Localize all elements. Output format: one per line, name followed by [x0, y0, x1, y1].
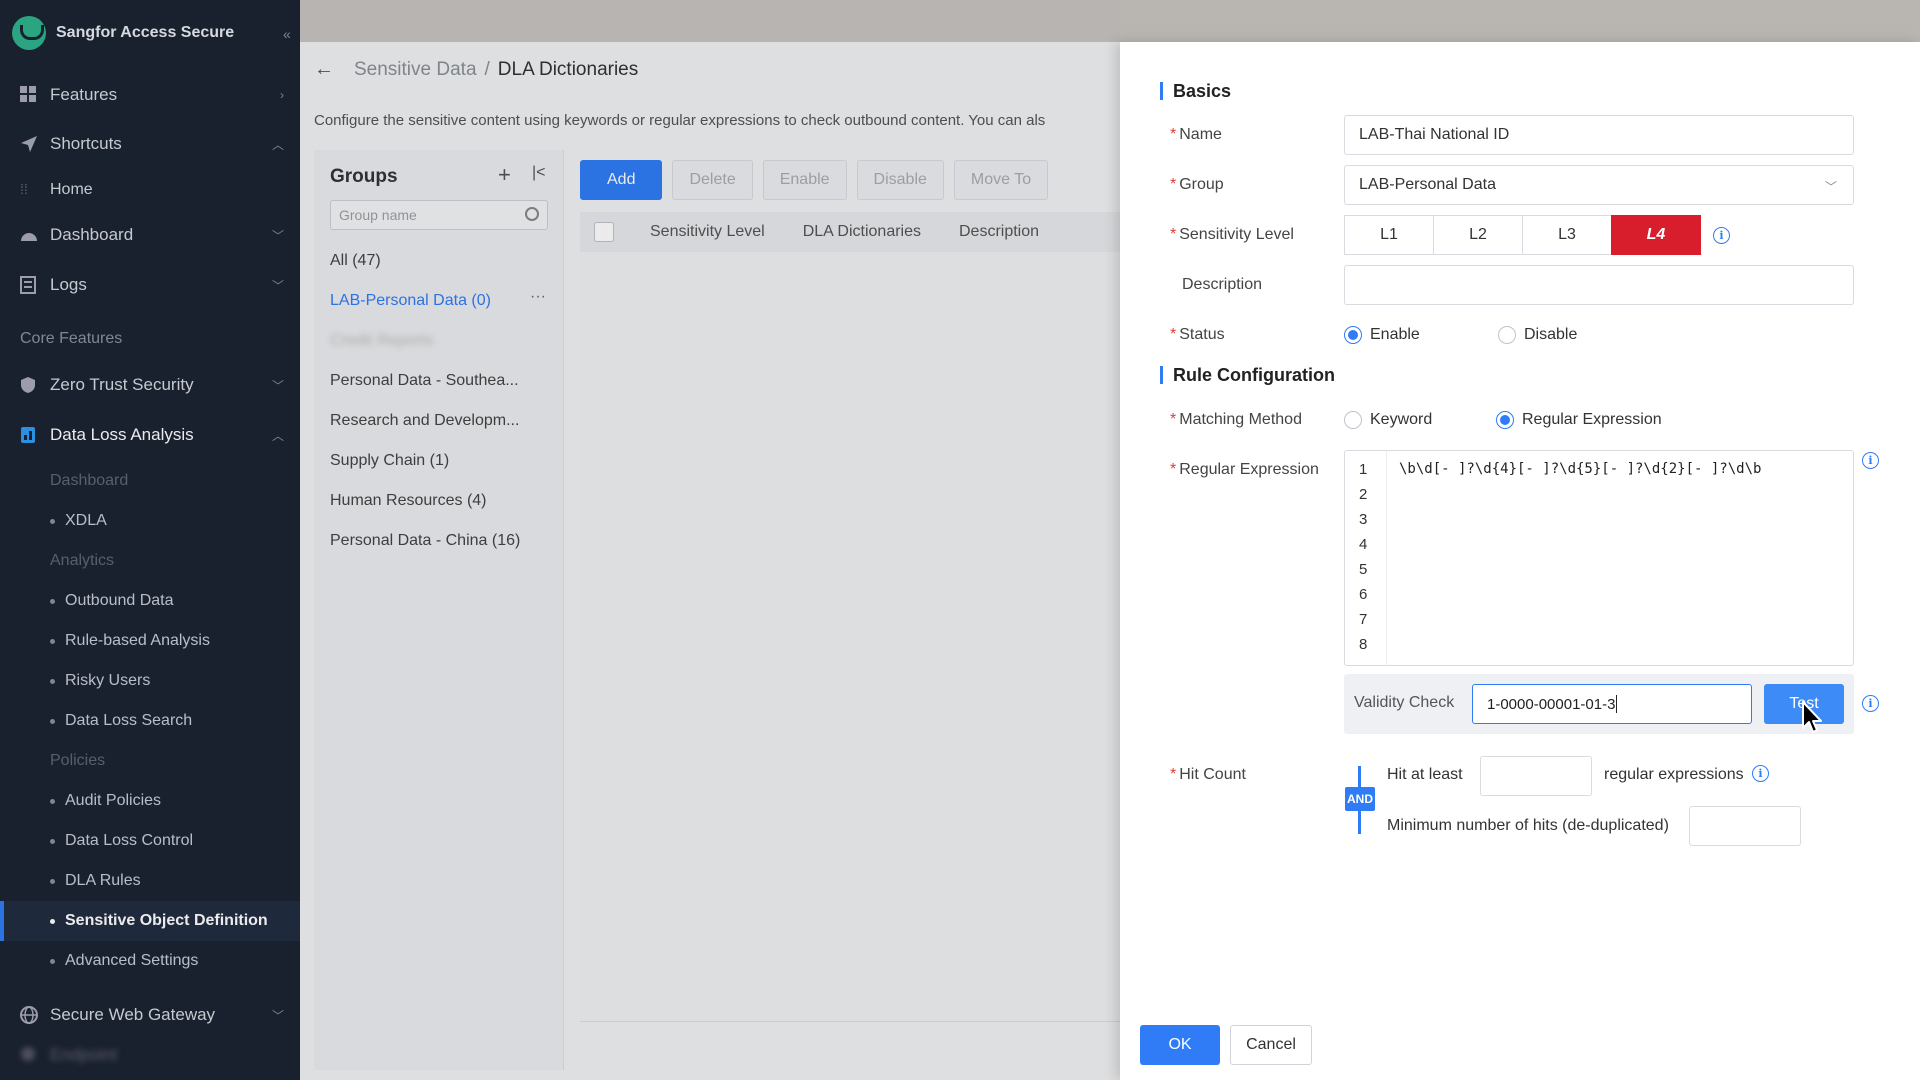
- info-icon[interactable]: i: [1862, 695, 1879, 712]
- group-select[interactable]: LAB-Personal Data ﹀: [1344, 165, 1854, 205]
- line-number-gutter: 1 2 3 4 5 6 7 8: [1345, 451, 1387, 665]
- name-label: * Name: [1170, 126, 1222, 144]
- required-marker: *: [1170, 461, 1177, 478]
- ok-button[interactable]: OK: [1140, 1025, 1220, 1065]
- hit-count-label: * Hit Count: [1170, 766, 1246, 784]
- matching-regex-label: Regular Expression: [1522, 411, 1662, 428]
- validity-check-input[interactable]: 1-0000-00001-01-3: [1472, 684, 1752, 724]
- validity-check-value: 1-0000-00001-01-3: [1487, 695, 1616, 713]
- name-input-value: LAB-Thai National ID: [1359, 126, 1510, 143]
- edit-dictionary-drawer: Basics * Name LAB-Thai National ID * Group…: [1120, 42, 1920, 1080]
- name-input[interactable]: LAB-Thai National ID: [1344, 115, 1854, 155]
- level-l3-button[interactable]: L3: [1522, 215, 1612, 255]
- required-marker: *: [1170, 126, 1177, 143]
- validity-check-bar: Validity Check 1-0000-00001-01-3 Test: [1344, 674, 1854, 734]
- matching-method-label: * Matching Method: [1170, 411, 1302, 429]
- regular-expressions-label: regular expressions: [1604, 766, 1744, 783]
- info-icon[interactable]: i: [1752, 765, 1769, 782]
- required-marker: *: [1170, 766, 1177, 783]
- radio-unchecked-icon: [1498, 326, 1516, 344]
- line-number: 4: [1359, 536, 1368, 553]
- line-number: 8: [1359, 636, 1368, 653]
- hit-at-least-input[interactable]: [1480, 756, 1592, 796]
- minimum-hits-input[interactable]: [1689, 806, 1801, 846]
- and-badge: AND: [1345, 787, 1375, 811]
- matching-keyword-radio[interactable]: Keyword: [1344, 411, 1432, 429]
- radio-checked-icon: [1496, 411, 1514, 429]
- required-marker: *: [1170, 411, 1177, 428]
- required-marker: *: [1170, 176, 1177, 193]
- status-label: * Status: [1170, 326, 1225, 344]
- hit-at-least-label: Hit at least: [1387, 766, 1463, 783]
- regex-editor[interactable]: 1 2 3 4 5 6 7 8 \b\d[- ]?\d{4}[- ]?\d{5}…: [1344, 450, 1854, 666]
- chevron-down-icon: ﹀: [1824, 180, 1837, 194]
- status-enable-radio[interactable]: Enable: [1344, 326, 1420, 344]
- drawer-header-bar: [1120, 0, 1920, 42]
- group-label-text: Group: [1179, 176, 1224, 193]
- sensitivity-level-selector: L1 L2 L3 L4: [1344, 215, 1701, 255]
- matching-method-label-text: Matching Method: [1179, 411, 1302, 428]
- group-label: * Group: [1170, 176, 1224, 194]
- status-disable-radio[interactable]: Disable: [1498, 326, 1577, 344]
- info-icon[interactable]: i: [1862, 452, 1879, 469]
- hit-count-label-text: Hit Count: [1179, 766, 1246, 783]
- regex-code-text: \b\d[- ]?\d{4}[- ]?\d{5}[- ]?\d{2}[- ]?\…: [1399, 461, 1762, 477]
- validity-check-label: Validity Check: [1354, 694, 1455, 711]
- sensitivity-level-label: * Sensitivity Level: [1170, 226, 1294, 244]
- line-number: 3: [1359, 511, 1368, 528]
- modal-overlay[interactable]: [0, 0, 1120, 1080]
- matching-regex-radio[interactable]: Regular Expression: [1496, 411, 1662, 429]
- matching-keyword-label: Keyword: [1370, 411, 1433, 428]
- regular-expression-label: * Regular Expression: [1170, 461, 1319, 479]
- group-select-value: LAB-Personal Data: [1359, 176, 1496, 193]
- line-number: 6: [1359, 586, 1368, 603]
- required-marker: *: [1170, 326, 1177, 343]
- status-label-text: Status: [1179, 326, 1225, 343]
- section-basics: Basics: [1160, 82, 1231, 100]
- status-disable-label: Disable: [1524, 326, 1578, 343]
- description-input[interactable]: [1344, 265, 1854, 305]
- line-number: 1: [1359, 461, 1368, 478]
- level-l2-button[interactable]: L2: [1433, 215, 1523, 255]
- info-icon[interactable]: i: [1713, 227, 1730, 244]
- line-number: 2: [1359, 486, 1368, 503]
- level-l4-button[interactable]: L4: [1611, 215, 1701, 255]
- required-marker: *: [1170, 226, 1177, 243]
- cancel-button[interactable]: Cancel: [1230, 1025, 1312, 1065]
- level-l1-button[interactable]: L1: [1344, 215, 1434, 255]
- radio-unchecked-icon: [1344, 411, 1362, 429]
- radio-checked-icon: [1344, 326, 1362, 344]
- minimum-hits-label: Minimum number of hits (de-duplicated): [1387, 817, 1669, 834]
- name-label-text: Name: [1179, 126, 1222, 143]
- text-cursor: [1616, 695, 1618, 713]
- line-number: 7: [1359, 611, 1368, 628]
- mouse-pointer-icon: [1802, 701, 1822, 733]
- status-enable-label: Enable: [1370, 326, 1420, 343]
- description-label: Description: [1182, 276, 1263, 293]
- regular-expression-label-text: Regular Expression: [1179, 461, 1319, 478]
- line-number: 5: [1359, 561, 1368, 578]
- section-rule-configuration: Rule Configuration: [1160, 366, 1335, 384]
- sensitivity-level-label-text: Sensitivity Level: [1179, 226, 1294, 243]
